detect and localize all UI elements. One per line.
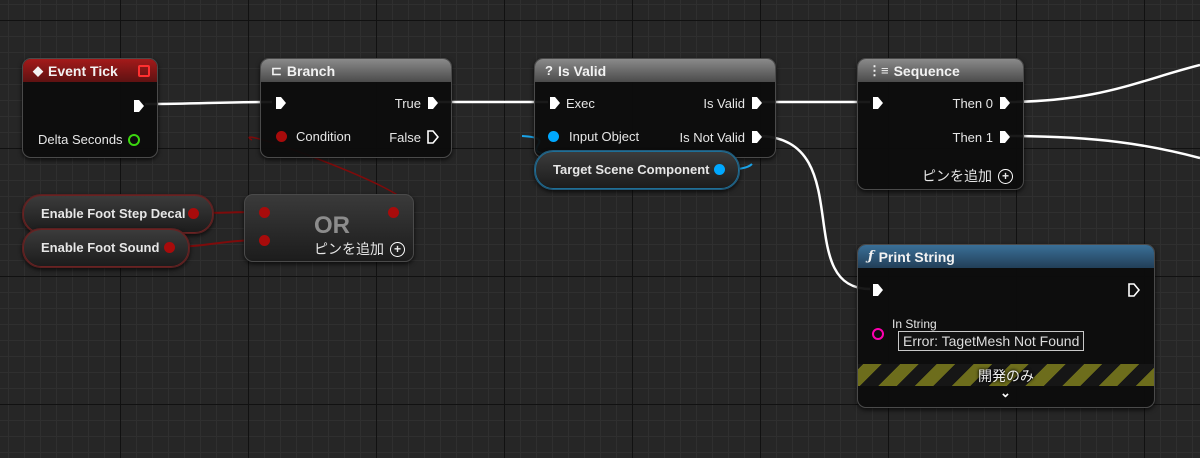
add-pin-label: ピンを追加 (922, 168, 992, 184)
in-string-label: In String (892, 317, 937, 331)
enable-foot-sound-label: Enable Foot Sound (41, 240, 160, 255)
branch-title: Branch (286, 62, 336, 79)
exec-output-pin[interactable] (133, 99, 145, 113)
then-0-label: Then 0 (952, 96, 993, 111)
is-valid-exec-pin[interactable] (751, 96, 763, 110)
exec-input-pin[interactable] (549, 96, 561, 110)
chevron-down-icon[interactable]: ⌄ (1000, 385, 1011, 401)
exec-input-pin[interactable] (872, 96, 884, 110)
bool-output-pin[interactable] (188, 208, 199, 219)
branch-icon: ⊏ (271, 62, 282, 78)
exec-wire (144, 100, 273, 106)
target-scene-component-variable[interactable]: Target Scene Component (534, 150, 740, 190)
false-exec-pin[interactable] (427, 130, 439, 144)
or-title: OR (314, 212, 350, 239)
event-tick-node[interactable]: ◆ Event Tick Delta Seconds (22, 58, 158, 158)
is-not-valid-exec-pin[interactable] (751, 130, 763, 144)
is-valid-header: ? Is Valid (535, 59, 775, 82)
function-icon: ƒ (868, 249, 874, 264)
enable-foot-sound-variable[interactable]: Enable Foot Sound (22, 228, 190, 268)
is-not-valid-label: Is Not Valid (679, 130, 745, 145)
diamond-event-icon: ◆ (33, 62, 43, 78)
then-0-exec-pin[interactable] (999, 96, 1011, 110)
add-pin-button[interactable]: ピンを追加 + (922, 166, 1013, 186)
condition-label: Condition (296, 129, 351, 144)
target-scene-component-label: Target Scene Component (553, 162, 710, 177)
enable-foot-step-decal-label: Enable Foot Step Decal (41, 206, 186, 221)
delta-seconds-pin[interactable] (128, 134, 140, 146)
input-object-pin[interactable] (548, 131, 559, 142)
sequence-header: ⋮≡ Sequence (858, 59, 1023, 82)
in-string-pin[interactable] (872, 328, 884, 340)
input-object-label: Input Object (569, 129, 640, 144)
or-input-pin-b[interactable] (259, 235, 270, 246)
event-tick-header: ◆ Event Tick (23, 59, 157, 82)
exec-wire (1003, 134, 1200, 160)
add-pin-label: ピンを追加 (314, 241, 384, 257)
object-output-pin[interactable] (714, 164, 725, 175)
sequence-icon: ⋮≡ (868, 62, 889, 78)
print-string-header: ƒ Print String (858, 245, 1154, 268)
exec-input-pin[interactable] (275, 96, 287, 110)
sequence-node[interactable]: ⋮≡ Sequence Then 0 Then 1 ピンを追加 + (857, 58, 1024, 190)
is-valid-title: Is Valid (557, 62, 607, 79)
true-label: True (394, 96, 421, 111)
red-square-icon (138, 65, 150, 77)
bool-output-pin[interactable] (164, 242, 175, 253)
branch-node[interactable]: ⊏ Branch True Condition False (260, 58, 452, 158)
print-string-node[interactable]: ƒ Print String In String Error: TagetMes… (857, 244, 1155, 408)
exec-input-pin[interactable] (872, 283, 884, 297)
sequence-title: Sequence (893, 62, 960, 79)
exec-wire (756, 134, 871, 291)
delta-seconds-label: Delta Seconds (38, 132, 123, 147)
dev-only-label: 開発のみ (978, 368, 1034, 384)
question-icon: ? (545, 63, 553, 78)
true-exec-pin[interactable] (427, 96, 439, 110)
then-1-exec-pin[interactable] (999, 130, 1011, 144)
branch-header: ⊏ Branch (261, 59, 451, 82)
is-valid-node[interactable]: ? Is Valid Exec Is Valid Input Object Is… (534, 58, 776, 158)
plus-circle-icon: + (998, 168, 1013, 184)
add-pin-button[interactable]: ピンを追加 + (314, 239, 405, 259)
print-string-title: Print String (878, 248, 955, 265)
then-1-label: Then 1 (952, 130, 993, 145)
event-tick-title: Event Tick (48, 62, 118, 79)
condition-pin[interactable] (276, 131, 287, 142)
or-input-pin-a[interactable] (259, 207, 270, 218)
plus-circle-icon: + (390, 241, 405, 257)
exec-wire (1003, 63, 1200, 104)
exec-label: Exec (566, 96, 595, 111)
or-node[interactable]: OR ピンを追加 + (244, 194, 414, 262)
is-valid-label: Is Valid (703, 96, 745, 111)
exec-output-pin[interactable] (1128, 283, 1140, 297)
false-label: False (389, 130, 421, 145)
or-output-pin[interactable] (388, 207, 399, 218)
in-string-input[interactable]: Error: TagetMesh Not Found (898, 331, 1085, 351)
